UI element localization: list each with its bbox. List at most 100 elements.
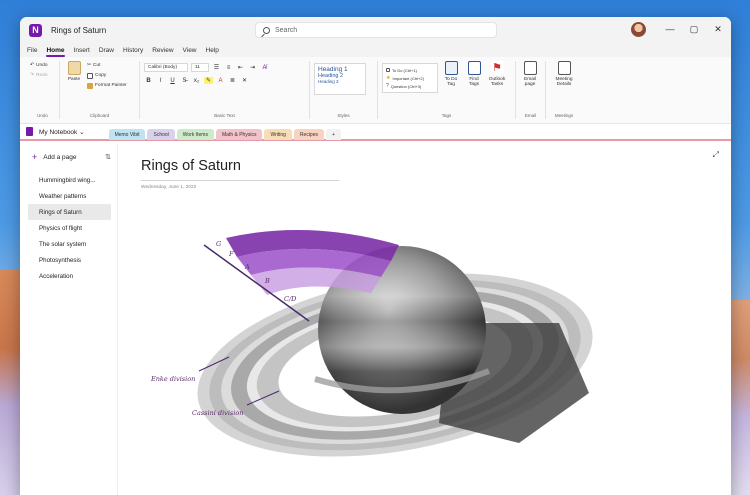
search-box[interactable]: Search [255, 22, 497, 38]
email-group: Email page Email [516, 61, 546, 119]
page-item[interactable]: Hummingbird wing... [28, 172, 111, 188]
underline-icon[interactable]: U [168, 78, 177, 84]
style-heading-3[interactable]: Heading 3 [318, 79, 362, 84]
section-tab-recipes[interactable]: Recipes [293, 129, 324, 140]
italic-icon[interactable]: I [156, 78, 165, 84]
notebook-bar: My Notebook ⌄ Memo Vibit School Work Items… [20, 124, 731, 141]
font-size-dropdown[interactable]: 11 [191, 63, 209, 72]
tag-question[interactable]: ? Question (Ctrl+3) [386, 82, 434, 90]
align-icon[interactable]: ≣ [228, 77, 237, 84]
copy-button[interactable]: Copy [87, 71, 127, 80]
page-item[interactable]: Rings of Saturn [28, 204, 111, 220]
desktop-wallpaper-right [728, 300, 750, 495]
font-family-dropdown[interactable]: Calibri (Body) [144, 63, 188, 72]
meeting-details-label: Meeting Details [555, 77, 573, 87]
tags-gallery[interactable]: To Do (Ctrl+1) ★ Important (Ctrl+2) ? Ques… [382, 63, 438, 93]
bullets-icon[interactable]: ☰ [212, 64, 221, 71]
tab-help[interactable]: Help [206, 47, 219, 57]
page-item[interactable]: Photosynthesis [28, 252, 111, 268]
subscript-icon[interactable]: x₂ [192, 78, 201, 84]
ring-label-b: B [264, 277, 270, 285]
tab-review[interactable]: Review [152, 47, 173, 57]
tab-draw[interactable]: Draw [99, 47, 114, 57]
delete-icon[interactable]: ✕ [240, 77, 249, 84]
tab-file[interactable]: File [27, 47, 37, 57]
find-tags-button[interactable]: Find Tags [464, 61, 484, 119]
star-icon: ★ [386, 75, 391, 81]
clear-formatting-icon[interactable]: A̸ [260, 65, 269, 71]
minimize-button[interactable]: — [663, 22, 677, 36]
section-tab-add[interactable]: + [326, 129, 341, 140]
format-painter-icon [87, 82, 93, 89]
page-list: + Add a page ⇅ Hummingbird wing... Weathe… [20, 143, 118, 495]
section-tab-school[interactable]: School [147, 129, 175, 140]
paste-button[interactable]: Paste [64, 61, 84, 119]
paste-label: Paste [67, 77, 81, 82]
desktop-wallpaper-left [0, 270, 22, 495]
redo-button[interactable]: ↷ Redo [30, 71, 55, 80]
page-item[interactable]: Weather patterns [28, 188, 111, 204]
section-tab-writing[interactable]: Writing [264, 129, 292, 140]
styles-group-label: Styles [337, 113, 350, 118]
close-button[interactable]: ✕ [711, 22, 725, 36]
strikethrough-icon[interactable]: S̶ [180, 78, 189, 84]
tag-todo-label: To Do (Ctrl+1) [392, 67, 418, 73]
tags-group: To Do (Ctrl+1) ★ Important (Ctrl+2) ? Ques… [378, 61, 516, 119]
page-item[interactable]: Acceleration [28, 268, 111, 284]
tab-history[interactable]: History [123, 47, 143, 57]
undo-group: ↶ Undo ↷ Redo Undo [26, 61, 60, 119]
page-item[interactable]: The solar system [28, 236, 111, 252]
ring-label-g: G [216, 240, 221, 248]
paste-icon [67, 61, 81, 75]
page-item[interactable]: Physics of flight [28, 220, 111, 236]
styles-gallery[interactable]: Heading 1 Heading 2 Heading 3 [314, 63, 366, 95]
format-painter-label: Format Painter [95, 83, 127, 88]
style-heading-1[interactable]: Heading 1 [318, 66, 362, 73]
add-page-button[interactable]: + Add a page ⇅ [28, 148, 111, 166]
todo-tag-label: To Do Tag [444, 77, 458, 87]
section-tab-math-physics[interactable]: Math & Physics [215, 129, 263, 140]
chevron-down-icon: ⌄ [79, 128, 85, 136]
maximize-button[interactable]: ▢ [687, 22, 701, 36]
section-tab-work-items[interactable]: Work Items [176, 129, 214, 140]
envelope-icon [523, 61, 537, 75]
tag-important[interactable]: ★ Important (Ctrl+2) [386, 74, 434, 82]
bold-icon[interactable]: B [144, 78, 153, 84]
indent-icon[interactable]: ⇥ [248, 64, 257, 71]
meeting-details-button[interactable]: Meeting Details [550, 61, 578, 119]
tab-insert[interactable]: Insert [74, 47, 90, 57]
basic-text-group-label: Basic Text [214, 113, 235, 118]
outlook-tasks-button[interactable]: ⚑ Outlook Tasks [487, 61, 507, 119]
tag-todo[interactable]: To Do (Ctrl+1) [386, 66, 434, 74]
redo-label: Redo [36, 73, 48, 78]
note-canvas[interactable]: Rings of Saturn Wednesday, June 1, 2022 … [119, 143, 731, 495]
numbering-icon[interactable]: ≡ [224, 65, 233, 71]
notebook-switcher[interactable]: My Notebook ⌄ [39, 128, 85, 136]
copy-label: Copy [95, 73, 107, 78]
section-tab-memo-vibit[interactable]: Memo Vibit [108, 129, 146, 140]
tab-home[interactable]: Home [46, 47, 65, 57]
email-page-button[interactable]: Email page [520, 61, 540, 119]
copy-icon [87, 72, 93, 79]
clipboard-group-label: Clipboard [89, 113, 110, 118]
ring-label-cd: C/D [284, 295, 297, 303]
outdent-icon[interactable]: ⇤ [236, 64, 245, 71]
todo-tag-button[interactable]: To Do Tag [441, 61, 461, 119]
onenote-window: N Rings of Saturn Search — ▢ ✕ File Home… [20, 17, 731, 495]
font-color-icon[interactable]: A [216, 78, 225, 84]
undo-button[interactable]: ↶ Undo [30, 61, 55, 70]
add-page-label: Add a page [43, 153, 77, 161]
font-size-value: 11 [195, 65, 200, 70]
format-painter-button[interactable]: Format Painter [87, 81, 127, 90]
cut-button[interactable]: ✂ Cut [87, 61, 127, 70]
ribbon: ↶ Undo ↷ Redo Undo Paste ✂ Cut Copy Format … [20, 57, 731, 124]
font-row: Calibri (Body) 11 ☰ ≡ ⇤ ⇥ A̸ [144, 63, 305, 72]
user-avatar[interactable] [631, 22, 646, 37]
tab-view[interactable]: View [183, 47, 197, 57]
undo-group-label: Undo [37, 113, 48, 118]
highlight-icon[interactable]: ✎ [204, 77, 213, 84]
ring-label-a: A [244, 263, 250, 271]
email-page-label: Email page [524, 77, 536, 87]
find-tags-icon [467, 61, 481, 75]
sort-icon[interactable]: ⇅ [105, 153, 111, 161]
